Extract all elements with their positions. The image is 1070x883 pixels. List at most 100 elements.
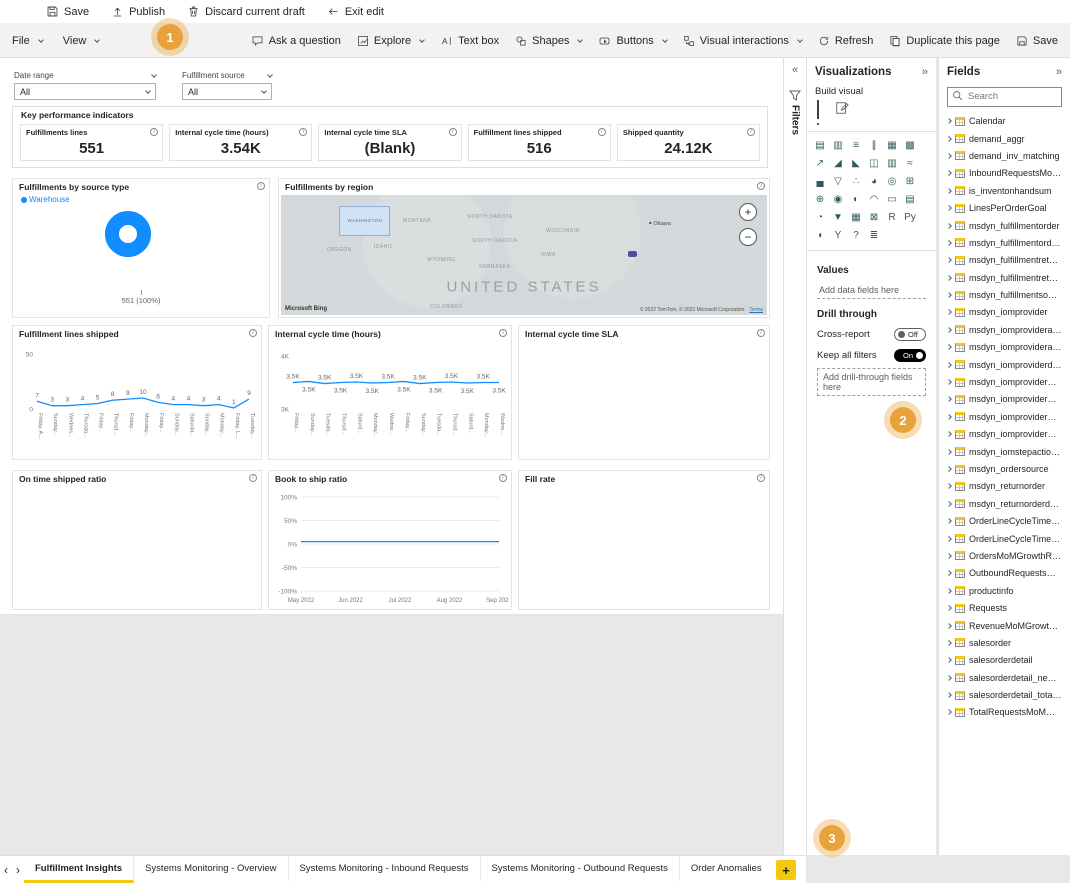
field-table-row[interactable]: msdyn_iomprovider [939, 304, 1070, 321]
slicer-icon[interactable]: ▼ [830, 209, 846, 225]
scatter-chart-icon[interactable]: ∴ [848, 173, 864, 189]
shape-map-icon[interactable]: ◐ [848, 191, 864, 207]
shapes-menu[interactable]: Shapes [515, 35, 582, 47]
field-table-row[interactable]: is_inventonhandsum [939, 182, 1070, 199]
chevron-down-icon[interactable] [267, 72, 273, 78]
info-icon[interactable]: i [449, 128, 457, 136]
field-table-row[interactable]: salesorder [939, 634, 1070, 651]
save-draft-button[interactable]: Save [46, 5, 89, 18]
100-stacked-bar-chart-icon[interactable]: ▦ [884, 137, 900, 153]
field-table-row[interactable]: demand_aggr [939, 130, 1070, 147]
field-table-row[interactable]: msdyn_iomproviderme... [939, 426, 1070, 443]
map-visual[interactable]: WASHINGTON MONTANANORTH DAKOTASOUTH DAKO… [281, 195, 767, 315]
collapse-pane-icon[interactable]: » [922, 66, 928, 78]
text-box-button[interactable]: A Text box [440, 35, 499, 47]
line-stacked-column-chart-icon[interactable]: ◫ [866, 155, 882, 171]
ask-a-question-button[interactable]: Ask a question [251, 35, 341, 47]
add-page-button[interactable]: + [776, 860, 796, 880]
collapse-pane-icon[interactable]: » [1056, 66, 1062, 78]
page-tab[interactable]: Systems Monitoring - Outbound Requests [481, 856, 680, 883]
cycle-time-card[interactable]: Internal cycle time (hours) i 4K3K3.5K3.… [268, 325, 512, 460]
file-menu[interactable]: File [12, 35, 43, 47]
info-icon[interactable]: i [757, 329, 765, 337]
info-icon[interactable]: i [249, 329, 257, 337]
info-icon[interactable]: i [598, 128, 606, 136]
page-tab[interactable]: Fulfillment Insights [24, 856, 134, 883]
table-icon[interactable]: ▦ [848, 209, 864, 225]
matrix-icon[interactable]: ⊠ [866, 209, 882, 225]
publish-button[interactable]: Publish [111, 5, 165, 18]
field-table-row[interactable]: demand_inv_matching [939, 147, 1070, 164]
kpi-card[interactable]: Internal cycle time (hours) i 3.54K [169, 124, 312, 161]
field-table-row[interactable]: salesorderdetail_newor... [939, 669, 1070, 686]
build-visual-tab[interactable] [817, 101, 819, 125]
line-chart-icon[interactable]: ↗ [812, 155, 828, 171]
field-table-row[interactable]: OrderLineCycleTimeGoal [939, 512, 1070, 529]
field-table-row[interactable]: productinfo [939, 582, 1070, 599]
refresh-button[interactable]: Refresh [818, 35, 874, 47]
info-icon[interactable]: i [757, 474, 765, 482]
stacked-column-chart-icon[interactable]: ▥ [830, 137, 846, 153]
data-fields-well[interactable]: Add data fields here [817, 282, 926, 299]
visual-interactions-menu[interactable]: Visual interactions [683, 35, 802, 47]
search-input[interactable] [947, 87, 1062, 107]
save-page-button[interactable]: Save [1016, 35, 1058, 47]
duplicate-page-button[interactable]: Duplicate this page [889, 35, 1000, 47]
field-table-row[interactable]: LinesPerOrderGoal [939, 199, 1070, 216]
page-tab[interactable]: Systems Monitoring - Inbound Requests [289, 856, 481, 883]
key-influencers-icon[interactable]: ◖ [812, 227, 828, 243]
field-table-row[interactable]: msdyn_iomproviderme... [939, 391, 1070, 408]
donut-chart[interactable] [105, 211, 151, 257]
kpi-group-visual[interactable]: Key performance indicators Fulfillments … [12, 106, 768, 168]
field-table-row[interactable]: msdyn_returnorder [939, 478, 1070, 495]
exit-edit-button[interactable]: Exit edit [327, 5, 384, 18]
cross-report-toggle[interactable]: Off [894, 328, 926, 341]
paginated-report-icon[interactable]: ≣ [866, 227, 882, 243]
field-table-row[interactable]: msdyn_iomstepactione... [939, 443, 1070, 460]
python-icon[interactable]: Py [902, 209, 918, 225]
chevron-down-icon[interactable] [151, 72, 157, 78]
fill-rate-card[interactable]: Fill rate i [518, 470, 770, 610]
kpi-card[interactable]: Fulfillments lines i 551 [20, 124, 163, 161]
line-clustered-column-chart-icon[interactable]: ▥ [884, 155, 900, 171]
tabs-scroll-right[interactable]: › [12, 863, 24, 877]
on-time-ratio-card[interactable]: On time shipped ratio i [12, 470, 262, 610]
field-table-row[interactable]: msdyn_iomprovideracti... [939, 339, 1070, 356]
cycle-time-sla-card[interactable]: Internal cycle time SLA i [518, 325, 770, 460]
field-table-row[interactable]: OutboundRequestsMo... [939, 565, 1070, 582]
source-type-donut-card[interactable]: Fulfillments by source type i Warehouse … [12, 178, 270, 318]
gauge-icon[interactable]: ◠ [866, 191, 882, 207]
field-table-row[interactable]: OrdersMoMGrowthRat... [939, 547, 1070, 564]
stacked-bar-chart-icon[interactable]: ▤ [812, 137, 828, 153]
drill-through-fields-well[interactable]: Add drill-through fields here [817, 368, 926, 396]
fulfillment-source-dropdown[interactable]: All [182, 83, 272, 100]
clustered-column-chart-icon[interactable]: ∥ [866, 137, 882, 153]
tabs-scroll-left[interactable]: ‹ [0, 863, 12, 877]
card-icon[interactable]: ▭ [884, 191, 900, 207]
field-table-row[interactable]: msdyn_returnorderdetail [939, 495, 1070, 512]
field-table-row[interactable]: TotalRequestsMoMGro... [939, 704, 1070, 721]
discard-draft-button[interactable]: Discard current draft [187, 5, 305, 18]
map-data-marker[interactable] [628, 251, 637, 257]
multi-row-card-icon[interactable]: ▤ [902, 191, 918, 207]
terms-link[interactable]: Terms [749, 307, 763, 313]
buttons-menu[interactable]: Buttons [598, 35, 666, 47]
kpi-card[interactable]: Shipped quantity i 24.12K [617, 124, 760, 161]
field-table-row[interactable]: salesorderdetail [939, 652, 1070, 669]
field-table-row[interactable]: msdyn_fulfillmentorder... [939, 234, 1070, 251]
info-icon[interactable]: i [747, 128, 755, 136]
ribbon-chart-icon[interactable]: ≈ [902, 155, 918, 171]
field-table-row[interactable]: InboundRequestsMoM... [939, 165, 1070, 182]
lines-shipped-card[interactable]: Fulfillment lines shipped i 500733458910… [12, 325, 262, 460]
date-range-dropdown[interactable]: All [14, 83, 156, 100]
waterfall-chart-icon[interactable]: ▄ [812, 173, 828, 189]
info-icon[interactable]: i [499, 474, 507, 482]
field-table-row[interactable]: msdyn_iomproviderme... [939, 408, 1070, 425]
zoom-in-button[interactable]: + [739, 203, 757, 221]
filled-map-icon[interactable]: ◉ [830, 191, 846, 207]
area-chart-icon[interactable]: ◢ [830, 155, 846, 171]
info-icon[interactable]: i [757, 182, 765, 190]
pie-chart-icon[interactable]: ◕ [866, 173, 882, 189]
field-table-row[interactable]: msdyn_iomprovideracti... [939, 321, 1070, 338]
field-table-row[interactable]: msdyn_fulfillmentretur... [939, 269, 1070, 286]
